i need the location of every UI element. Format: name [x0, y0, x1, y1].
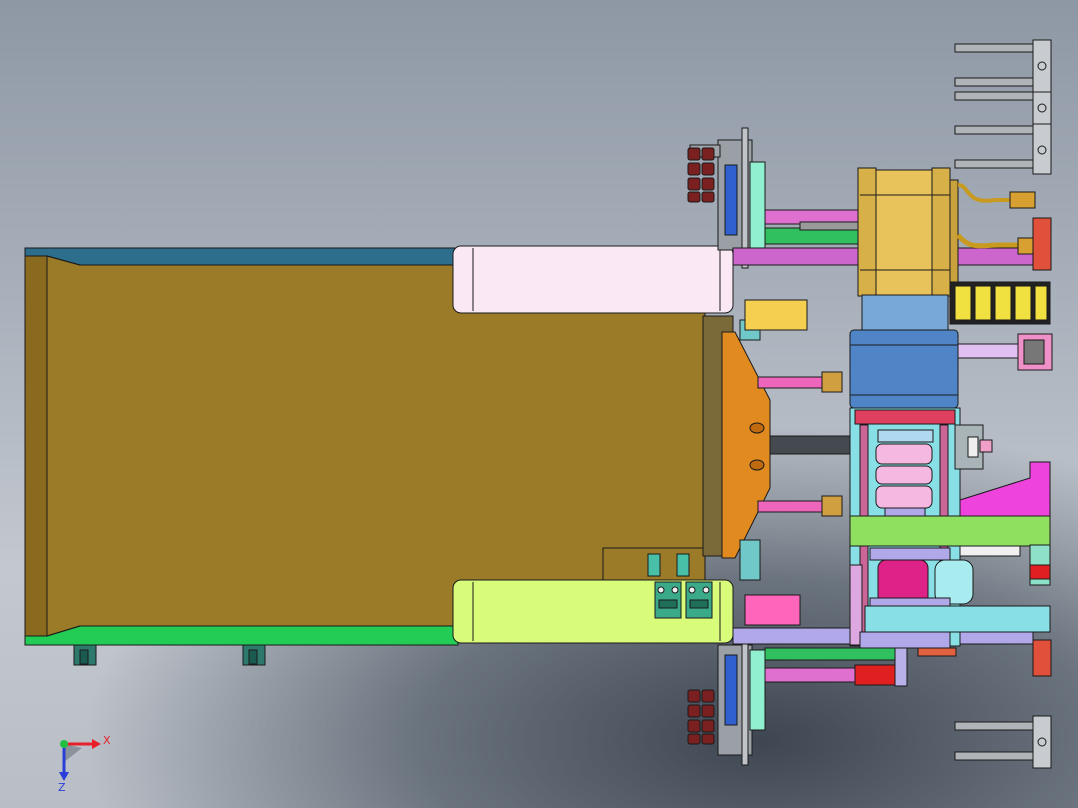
x-axis-label: X [103, 734, 111, 747]
guide-rods [757, 371, 851, 517]
magenta-bracket [959, 461, 1051, 521]
coordinate-triad: X Z [58, 734, 111, 794]
pink-rod-upper [757, 376, 829, 389]
hopper-bottom-rail [24, 625, 459, 646]
rod-mount-block-1 [1032, 39, 1052, 93]
cad-assembly-viewport[interactable]: X Z [0, 0, 1078, 808]
hopper-back-wall [24, 255, 48, 637]
z-axis-label: Z [58, 781, 66, 794]
red-end-tab [1032, 639, 1052, 677]
hopper-top-rail [24, 247, 459, 266]
flex-coupling [875, 443, 933, 465]
motor-flange [861, 294, 949, 331]
y-axis-dot [60, 740, 68, 748]
pink-rod-lower [757, 500, 829, 513]
pink-roller [877, 559, 929, 605]
rod-mount-block-4 [1032, 715, 1052, 769]
rod-mount-block-2 [1032, 91, 1052, 125]
bottom-sensor-bracket [687, 639, 908, 766]
red-connector-tab [1032, 217, 1052, 271]
coupler-housing [849, 329, 959, 409]
central-plate-assembly [702, 299, 808, 626]
cyan-roller [934, 559, 974, 605]
rod-mount-block-3 [1032, 123, 1052, 175]
orange-wedge-plate [721, 331, 771, 559]
red-bolt [687, 147, 701, 161]
pink-slide-block [452, 245, 734, 314]
dark-rod-center [769, 435, 851, 455]
cable-chain [949, 281, 1051, 325]
green-cross-bar [849, 515, 1051, 547]
